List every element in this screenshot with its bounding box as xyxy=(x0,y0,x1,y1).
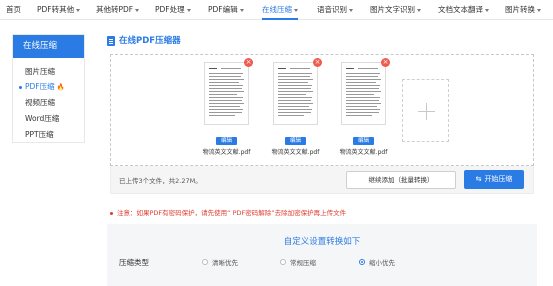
sidebar-item-pdf-compress[interactable]: PDF压缩 🔥 xyxy=(19,81,65,93)
nav-item-doc-translate[interactable]: 文档文本翻译 xyxy=(438,0,489,19)
nav-item-pdf-process[interactable]: PDF处理 xyxy=(155,0,191,19)
nav-item-pdf-edit[interactable]: PDF编辑 xyxy=(208,0,244,19)
nav-item-label: 语音识别 xyxy=(317,5,347,14)
password-warning: 注意：如果PDF有密码保护，请先使用“ PDF密码解除”去除加密保护再上传文件 xyxy=(110,207,346,217)
chevron-down-icon xyxy=(485,8,489,12)
sidebar-header: 在线压缩 xyxy=(13,35,84,58)
chevron-down-icon xyxy=(135,8,140,12)
nav-item-image-convert[interactable]: 图片转换 xyxy=(505,0,541,19)
radio-clarity-first[interactable]: 清晰优先 xyxy=(202,257,238,267)
chevron-down-icon xyxy=(76,8,81,12)
radio-label: 缩小优先 xyxy=(369,259,395,267)
radio-circle xyxy=(280,259,286,265)
file-card: × 编辑 物流英文文献.pdf xyxy=(268,58,323,156)
page-title: 在线PDF压缩器 xyxy=(119,36,181,46)
plus-icon[interactable] xyxy=(402,79,449,142)
start-compress-label: 开始压缩 xyxy=(484,175,513,183)
nav-item-label: PDF转其他 xyxy=(37,5,75,14)
settings-title: 自定义设置转换如下 xyxy=(283,237,361,247)
warning-dot xyxy=(110,211,113,215)
nav-item-label: 图片文字识别 xyxy=(370,5,415,14)
sidebar-item-label: 图片压缩 xyxy=(25,67,55,76)
sidebar-item-label: 视频压缩 xyxy=(25,98,55,107)
nav-item-pdf-to-other[interactable]: PDF转其他 xyxy=(37,0,81,19)
edit-button[interactable]: 编辑 xyxy=(285,137,306,145)
nav-item-online-compress[interactable]: 在线压缩 xyxy=(262,0,298,20)
nav-item-label: 图片转换 xyxy=(505,5,535,14)
sidebar-item-label: PDF压缩 xyxy=(25,82,55,91)
nav-item-home[interactable]: 首页 xyxy=(6,0,21,19)
document-icon xyxy=(107,36,115,46)
fire-icon: 🔥 xyxy=(56,83,65,91)
radio-circle xyxy=(202,259,208,265)
radio-label: 常规压缩 xyxy=(290,259,316,267)
file-name: 物流英文文献.pdf xyxy=(339,149,388,156)
nav-item-other-to-pdf[interactable]: 其他转PDF xyxy=(96,0,140,19)
compress-type-label: 压缩类型 xyxy=(119,258,149,267)
nav-item-speech-recognition[interactable]: 语音识别 xyxy=(317,0,353,19)
close-icon[interactable]: × xyxy=(313,58,322,67)
sidebar-item-video-compress[interactable]: 视频压缩 xyxy=(25,97,55,109)
radio-circle xyxy=(359,259,365,265)
close-icon[interactable]: × xyxy=(381,58,390,67)
upload-status-text: 已上传3个文件，共2.27M。 xyxy=(119,177,202,185)
top-nav: 首页 PDF转其他 其他转PDF PDF处理 PDF编辑 在线压缩 语音识别 图… xyxy=(0,0,553,20)
sidebar-item-image-compress[interactable]: 图片压缩 xyxy=(25,66,55,78)
nav-item-label: 在线压缩 xyxy=(262,5,292,14)
pdf-thumbnail[interactable] xyxy=(341,62,386,125)
pdf-thumbnail[interactable] xyxy=(273,62,318,125)
close-icon[interactable]: × xyxy=(244,58,253,67)
nav-item-label: 文档文本翻译 xyxy=(438,5,483,14)
file-card: × 编辑 物流英文文献.pdf xyxy=(199,58,254,156)
chevron-down-icon xyxy=(294,8,298,12)
sidebar-item-label: PPT压缩 xyxy=(25,130,54,139)
sidebar-item-ppt-compress[interactable]: PPT压缩 xyxy=(25,129,54,141)
radio-smaller-first[interactable]: 缩小优先 xyxy=(359,257,395,267)
chevron-down-icon xyxy=(349,8,353,12)
chevron-down-icon xyxy=(417,8,421,12)
settings-panel: 自定义设置转换如下 压缩类型 清晰优先 常规压缩 缩小优先 xyxy=(107,224,537,286)
chevron-down-icon xyxy=(537,8,541,12)
sidebar-item-label: Word压缩 xyxy=(25,114,60,123)
sidebar-item-word-compress[interactable]: Word压缩 xyxy=(25,113,59,125)
file-card: × 编辑 物流英文文献.pdf xyxy=(336,58,391,156)
edit-button[interactable]: 编辑 xyxy=(353,137,374,145)
radio-label: 清晰优先 xyxy=(212,259,238,267)
file-name: 物流英文文献.pdf xyxy=(202,149,251,156)
warning-text: 注意：如果PDF有密码保护，请先使用“ PDF密码解除”去除加密保护再上传文件 xyxy=(117,209,347,217)
swap-icon: ⇆ xyxy=(475,175,482,183)
batch-add-button[interactable]: 继续添加（批量转换） xyxy=(346,171,456,189)
active-dot xyxy=(19,86,22,89)
chevron-down-icon xyxy=(186,8,191,12)
pdf-thumbnail[interactable] xyxy=(204,62,249,125)
start-compress-button[interactable]: ⇆ 开始压缩 xyxy=(464,170,524,189)
nav-item-image-ocr[interactable]: 图片文字识别 xyxy=(370,0,421,19)
edit-button[interactable]: 编辑 xyxy=(216,137,237,145)
nav-item-label: PDF编辑 xyxy=(208,5,238,14)
radio-normal-compress[interactable]: 常规压缩 xyxy=(280,257,316,267)
nav-item-label: PDF处理 xyxy=(155,5,185,14)
chevron-down-icon xyxy=(239,8,244,12)
nav-item-label: 首页 xyxy=(6,5,21,14)
nav-item-label: 其他转PDF xyxy=(96,5,134,14)
sidebar: 在线压缩 图片压缩 PDF压缩 🔥 视频压缩 Word压缩 PPT压缩 xyxy=(12,34,85,143)
file-name: 物流英文文献.pdf xyxy=(271,149,320,156)
